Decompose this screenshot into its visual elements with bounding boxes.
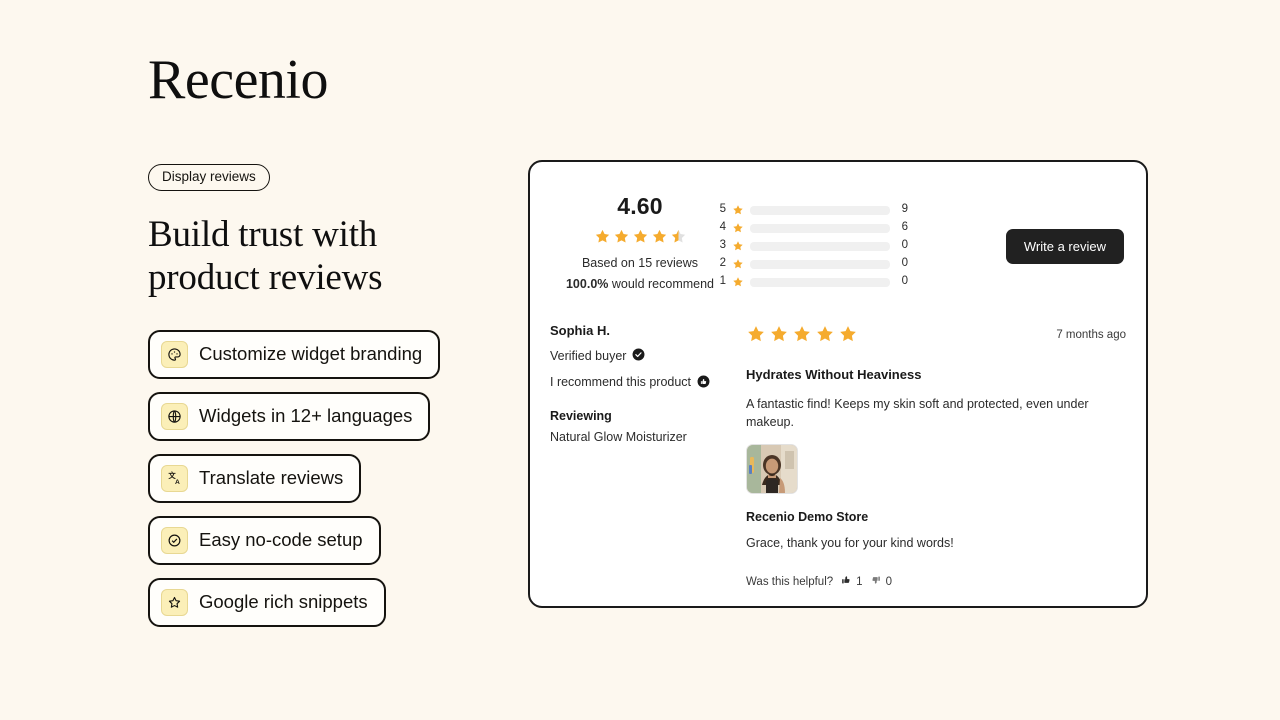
rating-bar-row[interactable]: 3 0 — [718, 237, 908, 255]
rating-breakdown: 5 9 4 6 3 0 2 0 1 0 — [718, 201, 908, 291]
helpful-thumbs-down-button[interactable]: 0 — [870, 574, 892, 589]
thumbs-up-icon — [840, 574, 852, 589]
star-icon — [794, 326, 810, 342]
star-icon — [732, 276, 744, 288]
review-photo-thumbnail[interactable] — [746, 444, 798, 495]
verified-buyer-label: Verified buyer — [550, 348, 627, 363]
write-a-review-button[interactable]: Write a review — [1005, 229, 1124, 264]
page-headline: Build trust with product reviews — [148, 213, 383, 299]
feature-pill-customize-branding[interactable]: Customize widget branding — [148, 329, 441, 379]
bar-track — [750, 277, 890, 287]
bar-star-number: 5 — [719, 203, 726, 216]
bar-count: 0 — [901, 275, 908, 288]
palette-icon — [161, 340, 188, 368]
svg-text:A: A — [175, 479, 180, 486]
rating-bar-row[interactable]: 1 0 — [718, 273, 908, 291]
verified-check-icon — [632, 348, 645, 365]
helpful-row: Was this helpful? 1 0 — [746, 574, 1126, 589]
thumbs-down-icon — [870, 574, 882, 589]
feature-label: Google rich snippets — [199, 591, 368, 613]
helpful-down-count: 0 — [885, 575, 892, 588]
bar-count: 9 — [901, 203, 908, 216]
slide-root: Recenio Display reviews Build trust with… — [0, 0, 1280, 720]
star-icon — [633, 229, 647, 243]
star-icon — [732, 258, 744, 270]
average-rating-block: 4.60 Based on 15 reviews 100.0% would re… — [550, 195, 730, 295]
rating-bar-row[interactable]: 5 9 — [718, 201, 908, 219]
feature-pill-translate[interactable]: 文 A Translate reviews — [148, 453, 362, 503]
rating-bar-row[interactable]: 4 6 — [718, 219, 908, 237]
star-icon — [748, 326, 764, 342]
star-outline-icon — [161, 588, 188, 616]
recommend-text: would recommend — [611, 277, 715, 292]
star-icon — [614, 229, 628, 243]
star-icon — [771, 326, 787, 342]
feature-pill-languages[interactable]: Widgets in 12+ languages — [148, 391, 431, 441]
feature-pill-no-code-setup[interactable]: Easy no-code setup — [148, 515, 381, 565]
left-panel: Recenio Display reviews Build trust with… — [148, 52, 488, 627]
star-icon — [840, 326, 856, 342]
bar-count: 6 — [901, 221, 908, 234]
bar-star-number: 1 — [719, 275, 726, 288]
feature-pill-rich-snippets[interactable]: Google rich snippets — [148, 577, 386, 627]
reviewer-name: Sophia H. — [550, 323, 610, 338]
bar-track — [750, 259, 890, 269]
globe-icon — [161, 402, 188, 430]
half-star-icon — [671, 229, 685, 243]
rating-summary: 4.60 Based on 15 reviews 100.0% would re… — [530, 162, 1146, 302]
store-reply-message: Grace, thank you for your kind words! — [746, 535, 954, 550]
recommend-product-line: I recommend this product — [550, 375, 735, 392]
helpful-thumbs-up-button[interactable]: 1 — [840, 574, 863, 589]
star-icon — [732, 240, 744, 252]
average-star-rating — [550, 228, 730, 245]
average-score: 4.60 — [617, 193, 663, 219]
recommend-percent: 100.0% — [565, 277, 609, 292]
helpful-up-count: 1 — [856, 575, 863, 588]
feature-label: Widgets in 12+ languages — [199, 405, 413, 427]
display-reviews-badge: Display reviews — [148, 164, 270, 191]
would-recommend-line: 100.0% would recommend — [550, 275, 730, 294]
reviewing-label: Reviewing — [550, 408, 612, 423]
star-icon — [595, 229, 609, 243]
star-icon — [817, 326, 833, 342]
star-icon — [732, 204, 744, 216]
bar-star-number: 3 — [719, 239, 726, 252]
review-content: 7 months ago Hydrates Without Heaviness … — [746, 324, 1126, 589]
review-star-rating — [746, 324, 858, 344]
store-name: Recenio Demo Store — [746, 510, 869, 525]
feature-label: Translate reviews — [199, 467, 344, 489]
bar-star-number: 4 — [719, 221, 726, 234]
store-reply: Recenio Demo Store Grace, thank you for … — [746, 511, 1126, 551]
review-title: Hydrates Without Heaviness — [746, 367, 922, 382]
star-icon — [652, 229, 666, 243]
based-on-reviews: Based on 15 reviews — [581, 256, 699, 270]
bar-count: 0 — [901, 257, 908, 270]
bar-count: 0 — [901, 239, 908, 252]
helpful-question: Was this helpful? — [746, 575, 834, 588]
bar-track — [750, 223, 890, 233]
reviewer-meta: Sophia H. Verified buyer I recommend thi… — [550, 324, 735, 445]
bar-track — [750, 241, 890, 251]
bar-star-number: 2 — [719, 257, 726, 270]
review-header-row: 7 months ago — [746, 324, 1126, 344]
brand-title: Recenio — [148, 49, 328, 111]
feature-label: Customize widget branding — [199, 343, 423, 365]
feature-list: Customize widget branding Widgets in 12+… — [148, 329, 488, 627]
review-timestamp: 7 months ago — [1056, 329, 1126, 341]
review-text: A fantastic find! Keeps my skin soft and… — [746, 397, 1089, 430]
recommend-product-label: I recommend this product — [550, 375, 692, 390]
feature-label: Easy no-code setup — [199, 529, 363, 551]
reviews-widget-card: 4.60 Based on 15 reviews 100.0% would re… — [528, 160, 1148, 608]
check-circle-icon — [161, 526, 188, 554]
translate-icon: 文 A — [161, 464, 188, 492]
thumbs-up-circle-icon — [697, 375, 710, 392]
reviewed-product-name: Natural Glow Moisturizer — [550, 430, 687, 444]
verified-buyer-line: Verified buyer — [550, 348, 735, 365]
rating-bar-row[interactable]: 2 0 — [718, 255, 908, 273]
bar-track — [750, 205, 890, 215]
star-icon — [732, 222, 744, 234]
